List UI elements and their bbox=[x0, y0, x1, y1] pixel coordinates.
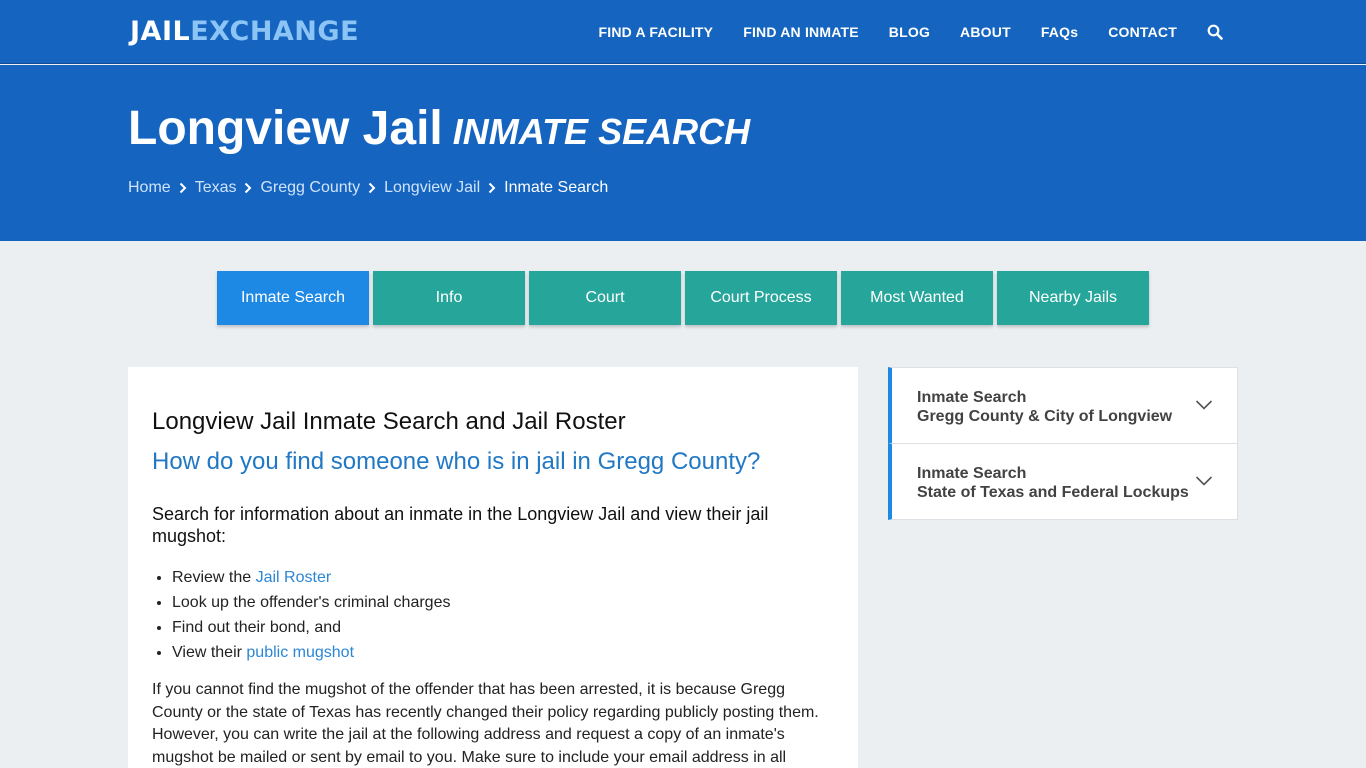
tab-nearby-jails[interactable]: Nearby Jails bbox=[997, 271, 1149, 325]
search-icon[interactable] bbox=[1207, 24, 1223, 40]
nav-blog[interactable]: BLOG bbox=[889, 24, 930, 40]
accordion-subtitle: State of Texas and Federal Lockups bbox=[917, 484, 1189, 501]
tab-court[interactable]: Court bbox=[529, 271, 681, 325]
list-item: View their public mugshot bbox=[172, 640, 834, 665]
chevron-right-icon bbox=[171, 179, 195, 197]
nav-contact[interactable]: CONTACT bbox=[1108, 24, 1177, 40]
list-item: Look up the offender's criminal charges bbox=[172, 590, 834, 615]
content-intro: Search for information about an inmate i… bbox=[152, 504, 769, 546]
accordion-title: Inmate Search bbox=[917, 465, 1027, 482]
content-paragraph: If you cannot find the mugshot of the of… bbox=[152, 681, 819, 766]
page-title: Longview Jail INMATE SEARCH bbox=[128, 101, 750, 160]
sidebar: Inmate Search Gregg County & City of Lon… bbox=[888, 367, 1238, 520]
chevron-down-icon[interactable] bbox=[1195, 398, 1213, 410]
tab-info[interactable]: Info bbox=[373, 271, 525, 325]
breadcrumb-longview-jail[interactable]: Longview Jail bbox=[384, 179, 480, 197]
breadcrumb-gregg-county[interactable]: Gregg County bbox=[260, 179, 360, 197]
top-navbar: JAILEXCHANGE FIND A FACILITY FIND AN INM… bbox=[0, 0, 1366, 64]
page-title-sub: INMATE SEARCH bbox=[452, 111, 751, 152]
breadcrumb: Home Texas Gregg County Longview Jail In… bbox=[128, 179, 608, 197]
main-nav: FIND A FACILITY FIND AN INMATE BLOG ABOU… bbox=[568, 0, 1223, 64]
list-item-text: Find out their bond, and bbox=[172, 619, 342, 636]
nav-find-an-inmate[interactable]: FIND AN INMATE bbox=[743, 24, 859, 40]
public-mugshot-link[interactable]: public mugshot bbox=[246, 644, 354, 661]
list-item-text: View their bbox=[172, 644, 247, 661]
accordion-texas-federal[interactable]: Inmate Search State of Texas and Federal… bbox=[888, 443, 1238, 520]
breadcrumb-texas[interactable]: Texas bbox=[195, 179, 237, 197]
list-item-text: Look up the offender's criminal charges bbox=[172, 594, 451, 611]
chevron-right-icon bbox=[360, 179, 384, 197]
section-tabs: Inmate Search Info Court Court Process M… bbox=[217, 271, 1153, 325]
list-item: Find out their bond, and bbox=[172, 615, 834, 640]
list-item: Review the Jail Roster bbox=[172, 565, 834, 590]
breadcrumb-home[interactable]: Home bbox=[128, 179, 171, 197]
jail-roster-link[interactable]: Jail Roster bbox=[256, 569, 332, 586]
accordion-title: Inmate Search bbox=[917, 389, 1027, 406]
accordion-subtitle: Gregg County & City of Longview bbox=[917, 408, 1173, 425]
nav-find-a-facility[interactable]: FIND A FACILITY bbox=[598, 24, 713, 40]
page-title-main: Longview Jail bbox=[128, 102, 443, 155]
breadcrumb-current: Inmate Search bbox=[504, 179, 609, 196]
nav-about[interactable]: ABOUT bbox=[960, 24, 1011, 40]
tab-inmate-search[interactable]: Inmate Search bbox=[217, 271, 369, 325]
tab-court-process[interactable]: Court Process bbox=[685, 271, 837, 325]
list-item-text: Review the bbox=[172, 569, 256, 586]
tab-most-wanted[interactable]: Most Wanted bbox=[841, 271, 993, 325]
accordion-gregg-county[interactable]: Inmate Search Gregg County & City of Lon… bbox=[888, 367, 1238, 444]
logo-text-jail: JAIL bbox=[130, 16, 191, 47]
nav-faqs[interactable]: FAQs bbox=[1041, 24, 1078, 40]
page-hero: Longview Jail INMATE SEARCH Home Texas Gr… bbox=[0, 65, 1366, 241]
site-logo[interactable]: JAILEXCHANGE bbox=[130, 16, 359, 48]
logo-text-exchange: EXCHANGE bbox=[190, 16, 360, 47]
chevron-right-icon bbox=[236, 179, 260, 197]
main-content-card: Longview Jail Inmate Search and Jail Ros… bbox=[128, 367, 858, 768]
chevron-down-icon[interactable] bbox=[1195, 474, 1213, 486]
chevron-right-icon bbox=[480, 179, 504, 197]
content-question: How do you find someone who is in jail i… bbox=[152, 448, 761, 475]
content-heading: Longview Jail Inmate Search and Jail Ros… bbox=[152, 408, 626, 435]
info-list: Review the Jail Roster Look up the offen… bbox=[152, 565, 834, 665]
